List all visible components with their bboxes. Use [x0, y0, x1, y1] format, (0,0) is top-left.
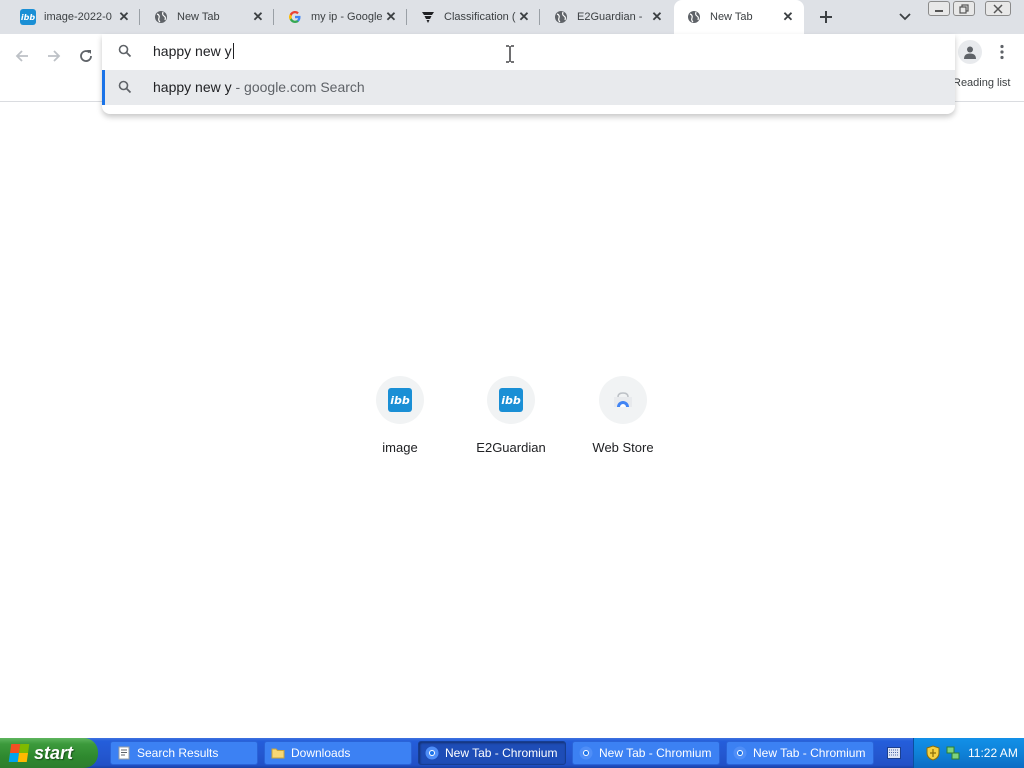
- profile-button[interactable]: [958, 40, 982, 64]
- shortcut-e2guardian[interactable]: ibb E2Guardian: [455, 376, 567, 466]
- keyboard-icon[interactable]: [887, 747, 901, 759]
- back-button[interactable]: [8, 42, 36, 70]
- taskbar-item-search-results[interactable]: Search Results: [110, 741, 258, 765]
- minimize-button[interactable]: [928, 1, 950, 16]
- omnibox-popup: happy new y happy new y - google.com Sea…: [102, 34, 955, 114]
- close-icon[interactable]: ✕: [649, 9, 665, 25]
- close-icon: [993, 3, 1003, 14]
- clock[interactable]: 11:22 AM: [968, 746, 1018, 760]
- tab-e2guardian[interactable]: E2Guardian - ✕: [541, 0, 673, 34]
- address-bar[interactable]: happy new y: [102, 34, 955, 70]
- omnibox-suggestion[interactable]: happy new y - google.com Search: [102, 70, 955, 105]
- shortcut-tile: [599, 376, 647, 424]
- start-button[interactable]: start: [0, 738, 98, 768]
- taskbar-item-chromium[interactable]: New Tab - Chromium: [572, 741, 720, 765]
- reload-icon: [80, 50, 92, 62]
- chromium-icon: [425, 746, 439, 760]
- tab-title: image-2022-0: [44, 11, 112, 23]
- text-caret: [232, 43, 234, 59]
- globe-icon: [153, 9, 169, 25]
- restore-button[interactable]: [953, 1, 975, 16]
- webstore-icon: [614, 392, 632, 407]
- suggestion-text: happy new y - google.com Search: [153, 79, 365, 95]
- suggestion-query: happy new y: [153, 79, 232, 95]
- ibb-icon: ibb: [20, 9, 36, 25]
- plus-icon: [820, 11, 832, 23]
- start-label: start: [34, 742, 74, 763]
- tab-title: New Tab: [710, 11, 753, 23]
- chromium-icon: [579, 746, 593, 760]
- close-window-button[interactable]: [985, 1, 1011, 16]
- shortcut-label: E2Guardian: [476, 440, 546, 455]
- close-icon[interactable]: ✕: [116, 9, 132, 25]
- taskbar-item-chromium[interactable]: New Tab - Chromium: [726, 741, 874, 765]
- tab-my-ip[interactable]: my ip - Google ✕: [275, 0, 407, 34]
- tab-new-tab-active[interactable]: New Tab ✕: [674, 0, 804, 34]
- ibb-icon: ibb: [499, 388, 523, 412]
- tab-classification[interactable]: Classification ( ✕: [408, 0, 540, 34]
- filter-icon: [420, 9, 436, 25]
- shortcut-label: Web Store: [592, 440, 654, 455]
- restore-icon: [959, 3, 969, 14]
- globe-icon: [553, 9, 569, 25]
- reload-button[interactable]: [72, 42, 100, 70]
- address-input-text: happy new y: [153, 43, 232, 59]
- windows-logo-icon: [8, 744, 30, 762]
- tab-title: my ip - Google: [311, 11, 383, 23]
- tab-separator: [406, 9, 407, 25]
- network-icon[interactable]: [946, 745, 960, 761]
- taskbar-item-label: New Tab - Chromium: [599, 746, 712, 760]
- windows-taskbar: start Search Results Downloads New Tab -…: [0, 738, 1024, 768]
- suggestion-description: - google.com Search: [231, 79, 365, 95]
- tab-new-tab-1[interactable]: New Tab ✕: [141, 0, 274, 34]
- shortcut-tile: ibb: [376, 376, 424, 424]
- search-icon: [118, 80, 132, 97]
- chevron-down-icon: [899, 13, 911, 21]
- security-shield-icon[interactable]: [926, 745, 940, 761]
- tab-separator: [539, 9, 540, 25]
- tab-image[interactable]: ibb image-2022-0 ✕: [8, 0, 140, 34]
- selection-indicator: [102, 70, 105, 105]
- arrow-left-icon: [15, 50, 28, 62]
- reading-list-button[interactable]: Reading list: [953, 77, 1010, 89]
- shortcut-tile: ibb: [487, 376, 535, 424]
- chromium-icon: [733, 746, 747, 760]
- shortcut-image[interactable]: ibb image: [344, 376, 456, 466]
- taskbar-item-label: Downloads: [291, 746, 351, 760]
- new-tab-button[interactable]: [814, 5, 838, 29]
- address-input[interactable]: happy new y: [153, 43, 853, 61]
- search-results-icon: [118, 746, 130, 760]
- folder-icon: [271, 748, 285, 759]
- tab-title: Classification (: [444, 11, 516, 23]
- close-icon[interactable]: ✕: [516, 9, 532, 25]
- tab-title: E2Guardian -: [577, 11, 643, 23]
- ibb-icon: ibb: [388, 388, 412, 412]
- taskbar-item-chromium-active[interactable]: New Tab - Chromium: [418, 741, 566, 765]
- taskbar-item-downloads[interactable]: Downloads: [264, 741, 412, 765]
- shortcut-web-store[interactable]: Web Store: [567, 376, 679, 466]
- menu-button[interactable]: [992, 40, 1012, 64]
- shortcut-label: image: [382, 440, 418, 455]
- minimize-icon: [935, 9, 943, 12]
- profile-icon: [964, 46, 976, 59]
- close-icon[interactable]: ✕: [383, 9, 399, 25]
- close-icon[interactable]: ✕: [780, 9, 796, 25]
- close-icon[interactable]: ✕: [250, 9, 266, 25]
- search-icon: [118, 44, 132, 61]
- taskbar-item-label: New Tab - Chromium: [753, 746, 866, 760]
- google-icon: [287, 9, 303, 25]
- tab-separator: [139, 9, 140, 25]
- taskbar-item-label: New Tab - Chromium: [445, 746, 558, 760]
- tab-title: New Tab: [177, 11, 220, 23]
- more-vert-icon: [1000, 44, 1004, 60]
- text-cursor-icon: [506, 45, 514, 63]
- tab-strip: ibb image-2022-0 ✕ New Tab ✕ my ip - Goo…: [0, 0, 1024, 34]
- tab-separator: [273, 9, 274, 25]
- arrow-right-icon: [48, 50, 61, 62]
- globe-icon: [686, 9, 702, 25]
- taskbar-item-label: Search Results: [137, 746, 219, 760]
- system-tray: 11:22 AM: [913, 738, 1024, 768]
- tab-search-button[interactable]: [893, 5, 917, 29]
- forward-button[interactable]: [40, 42, 68, 70]
